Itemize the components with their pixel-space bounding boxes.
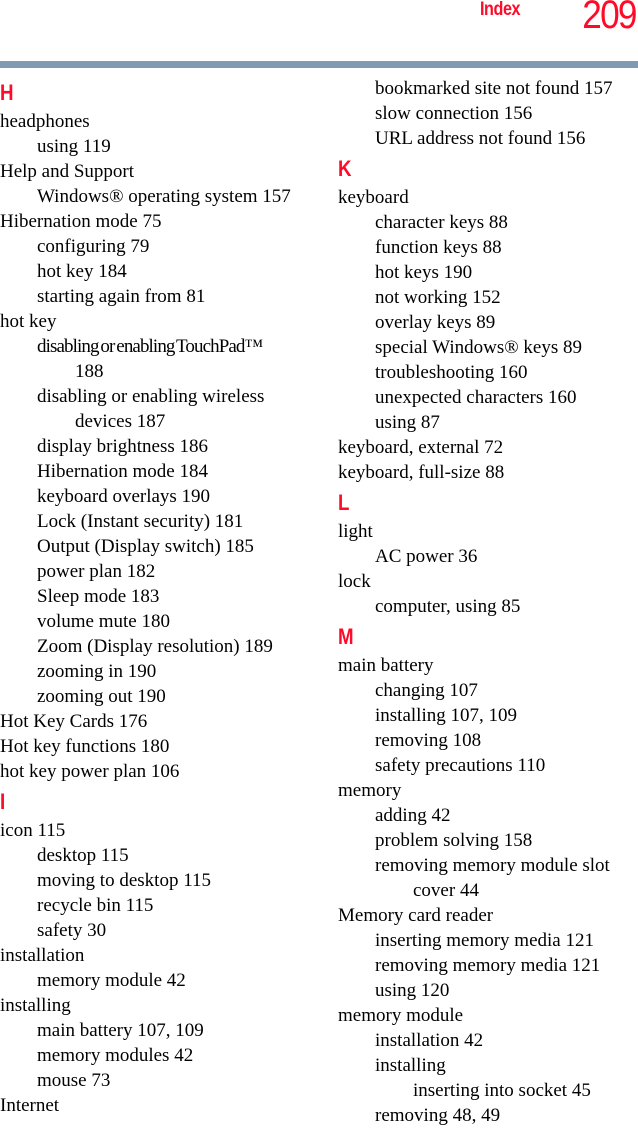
index-entry: installation (0, 945, 85, 966)
index-subentry: power plan 182 (37, 561, 156, 582)
index-subentry: zooming out 190 (37, 686, 166, 707)
index-entry: headphones (0, 111, 90, 132)
section-title: Index (480, 0, 521, 20)
index-entry: light (338, 521, 373, 542)
index-subentry: disabling or enabling wireless (37, 386, 265, 407)
section-letter-i: I (0, 789, 6, 814)
index-entry: Hot Key Cards 176 (0, 711, 148, 732)
index-subentry: installing (375, 1055, 446, 1076)
index-column-left: Hheadphones using 119 Help and Support Wind… (0, 75, 320, 1118)
index-subentry: installing 107, 109 (375, 705, 517, 726)
index-subentry: hot key 184 (37, 261, 127, 282)
index-entry: lock (338, 571, 371, 592)
index-entry: Internet (0, 1095, 60, 1116)
index-entry: Memory card reader (338, 905, 494, 926)
index-entry: keyboard (338, 187, 409, 208)
index-subentry: removing 48, 49 (375, 1105, 501, 1126)
section-letter-h: H (0, 80, 14, 105)
index-subentry: not working 152 (375, 287, 501, 308)
index-entry: Hibernation mode 75 (0, 211, 162, 232)
index-subentry: safety precautions 110 (375, 755, 546, 776)
index-subentry: character keys 88 (375, 212, 508, 233)
index-subentry: mouse 73 (37, 1070, 111, 1091)
index-subentry: Windows® operating system 157 (37, 186, 291, 207)
index-subentry: URL address not found 156 (375, 128, 586, 149)
index-entry: memory module (338, 1005, 464, 1026)
index-subentry: AC power 36 (375, 546, 478, 567)
index-subentry: Output (Display switch) 185 (37, 536, 254, 557)
index-subentry: hot keys 190 (375, 262, 473, 283)
index-subentry: starting again from 81 (37, 286, 206, 307)
index-subentry: Hibernation mode 184 (37, 461, 208, 482)
page-number: 209 (582, 0, 638, 37)
index-subentry: safety 30 (37, 920, 107, 941)
index-subentry: overlay keys 89 (375, 312, 496, 333)
index-subentry: changing 107 (375, 680, 478, 701)
index-subentry: moving to desktop 115 (37, 870, 211, 891)
index-subentry: special Windows® keys 89 (375, 337, 582, 358)
index-subentry: inserting memory media 121 (375, 930, 594, 951)
index-subentry: slow connection 156 (375, 103, 533, 124)
index-subentry: installation 42 (375, 1030, 484, 1051)
index-subentry: volume mute 180 (37, 611, 170, 632)
header-rule (0, 61, 638, 68)
index-subentry: Lock (Instant security) 181 (37, 511, 244, 532)
index-subentry: using 87 (375, 412, 440, 433)
section-letter-l: L (338, 490, 350, 515)
index-subentry: desktop 115 (37, 845, 129, 866)
index-continuation: devices 187 (75, 411, 166, 432)
index-entry: hot key (0, 311, 57, 332)
section-letter-m: M (338, 624, 354, 649)
index-subentry: problem solving 158 (375, 830, 533, 851)
index-subentry: Zoom (Display resolution) 189 (37, 636, 273, 657)
index-entry: hot key power plan 106 (0, 761, 180, 782)
index-entry: Hot key functions 180 (0, 736, 170, 757)
index-continuation: inserting into socket 45 (413, 1080, 591, 1101)
index-subentry: memory modules 42 (37, 1045, 194, 1066)
index-subentry: adding 42 (375, 805, 451, 826)
index-entry: installing (0, 995, 71, 1016)
index-subentry: function keys 88 (375, 237, 502, 258)
index-subentry: removing memory module slot (375, 855, 610, 876)
index-entry: keyboard, full-size 88 (338, 462, 505, 483)
index-subentry: computer, using 85 (375, 596, 521, 617)
index-subentry: removing 108 (375, 730, 482, 751)
index-subentry: display brightness 186 (37, 436, 208, 457)
index-column-right: bookmarked site not found 157 slow connec… (338, 76, 638, 1128)
index-continuation: cover 44 (413, 880, 479, 901)
index-subentry: using 120 (375, 980, 450, 1001)
index-subentry: removing memory media 121 (375, 955, 601, 976)
index-entry: main battery (338, 655, 434, 676)
index-subentry: keyboard overlays 190 (37, 486, 211, 507)
index-subentry: memory module 42 (37, 970, 186, 991)
index-continuation: 188 (75, 361, 104, 382)
index-subentry: using 119 (37, 136, 111, 157)
index-entry: keyboard, external 72 (338, 437, 504, 458)
index-subentry: recycle bin 115 (37, 895, 154, 916)
index-subentry: configuring 79 (37, 236, 150, 257)
index-subentry: main battery 107, 109 (37, 1020, 204, 1041)
index-subentry: unexpected characters 160 (375, 387, 577, 408)
section-letter-k: K (338, 156, 352, 181)
index-subentry: zooming in 190 (37, 661, 157, 682)
index-subentry: troubleshooting 160 (375, 362, 528, 383)
index-subentry: Sleep mode 183 (37, 586, 160, 607)
index-entry: icon 115 (0, 820, 66, 841)
index-subentry: disabling or enabling TouchPad™ (37, 336, 263, 357)
index-subentry: bookmarked site not found 157 (375, 78, 613, 99)
index-entry: Help and Support (0, 161, 135, 182)
index-entry: memory (338, 780, 402, 801)
